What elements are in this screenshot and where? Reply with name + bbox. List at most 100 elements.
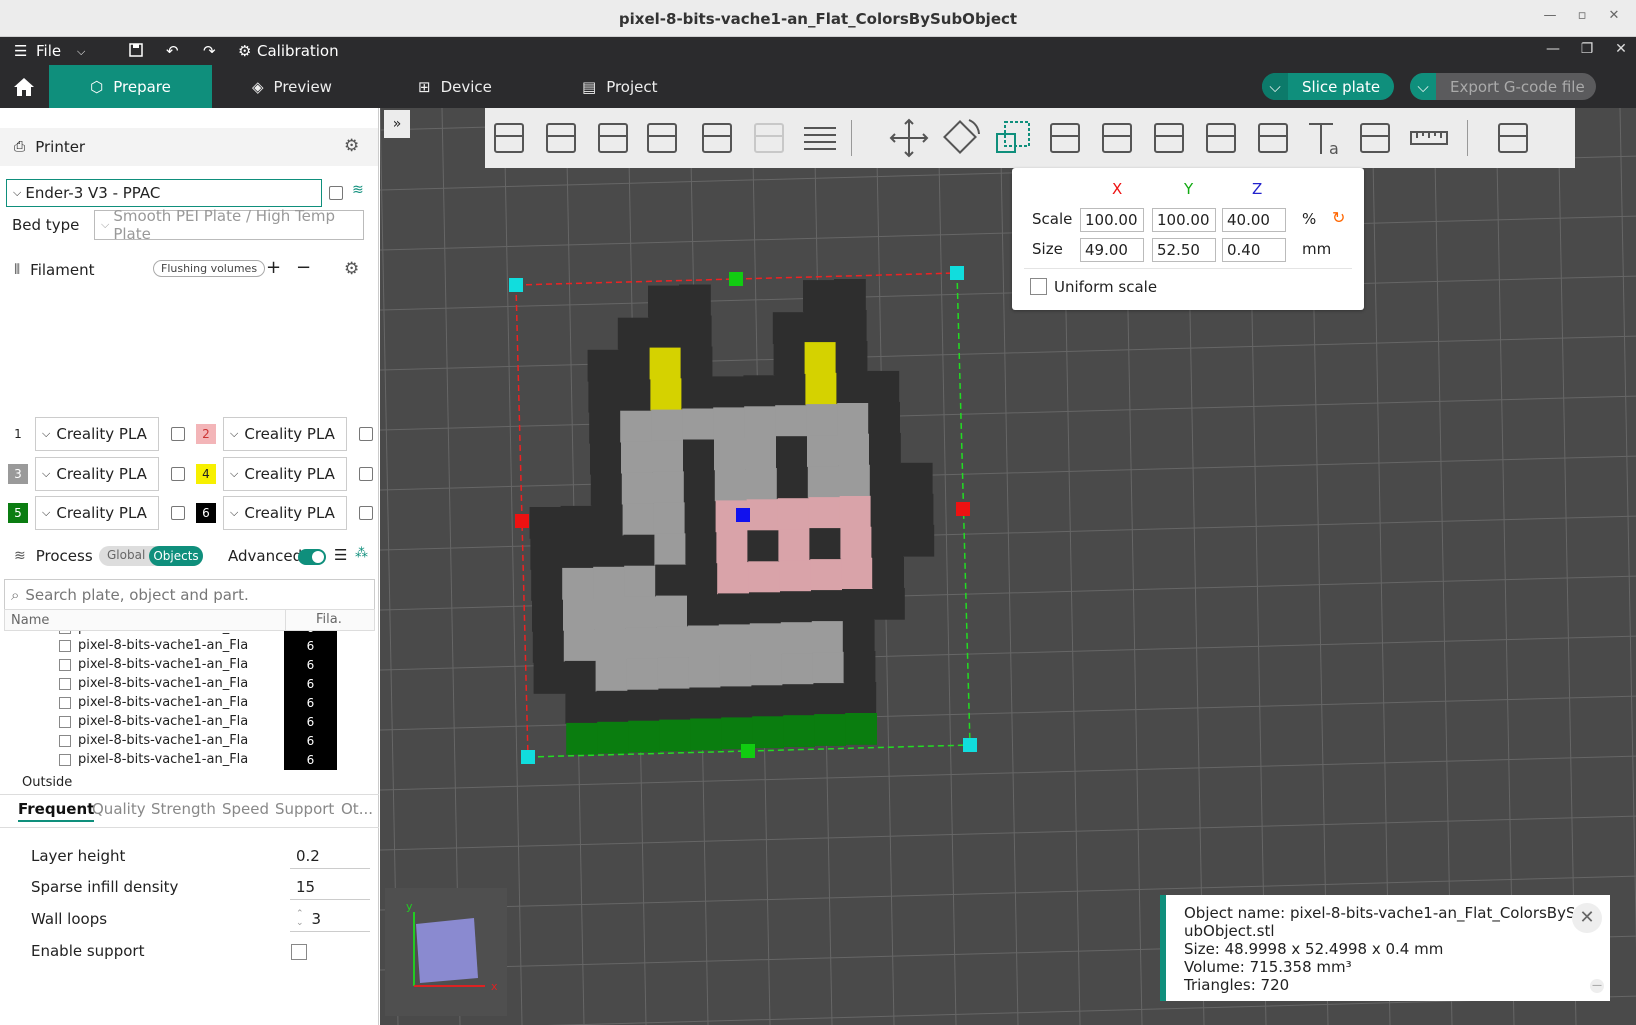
tree-row-filament[interactable]: 6 <box>284 675 337 694</box>
color-paint-icon[interactable] <box>1353 116 1397 160</box>
plate-p-icon[interactable] <box>747 116 791 160</box>
auto-orient-icon[interactable] <box>591 116 635 160</box>
filament-swatch-3[interactable]: 3 <box>8 464 28 484</box>
filament-select-6[interactable]: ⌵ Creality PLA <box>223 496 347 530</box>
filament-select-5[interactable]: ⌵ Creality PLA <box>35 496 159 530</box>
boolean-icon[interactable] <box>1147 116 1191 160</box>
rotate-icon[interactable] <box>939 116 983 160</box>
search-input[interactable]: ⌕ Search plate, object and part. <box>4 579 375 610</box>
edit-filament-icon[interactable] <box>171 427 185 441</box>
redo-icon[interactable]: ↷ <box>203 42 216 60</box>
home-icon[interactable] <box>0 65 47 108</box>
tree-row[interactable]: pixel-8-bits-vache1-an_Fla 6 <box>0 637 345 656</box>
calibration-icon[interactable]: ⚙ <box>238 42 251 60</box>
subtab-quality[interactable]: Quality <box>92 800 146 818</box>
lay-on-face-icon[interactable] <box>1043 116 1087 160</box>
export-dropdown-icon[interactable]: ⌵ <box>1410 73 1436 100</box>
undo-icon[interactable]: ↶ <box>166 42 179 60</box>
param-input[interactable]: 0.2 <box>290 843 370 869</box>
filament-swatch-5[interactable]: 5 <box>8 503 28 523</box>
filament-settings-gear-icon[interactable]: ⚙ <box>344 259 359 279</box>
subtab-support[interactable]: Support <box>275 800 334 818</box>
tree-row-filament[interactable]: 6 <box>284 694 337 713</box>
remove-filament-icon[interactable]: − <box>296 257 311 278</box>
edit-filament-icon[interactable] <box>171 467 185 481</box>
param-input[interactable]: 15 <box>290 874 370 900</box>
global-objects-toggle[interactable]: Global Objects <box>99 546 203 566</box>
edit-filament-icon[interactable] <box>359 467 373 481</box>
tree-row-filament[interactable]: 6 <box>284 732 337 751</box>
size-x-input[interactable]: 49.00 <box>1080 238 1144 262</box>
subtab-speed[interactable]: Speed <box>222 800 269 818</box>
close-icon[interactable]: ✕ <box>1604 8 1624 23</box>
collapse-sidebar-icon[interactable]: » <box>384 110 410 138</box>
tab-preview[interactable]: ◈ Preview <box>252 65 332 108</box>
slice-dropdown-icon[interactable]: ⌵ <box>1262 73 1288 100</box>
slice-plate-button[interactable]: ⌵ Slice plate <box>1262 73 1394 100</box>
minimize-icon[interactable]: — <box>1540 8 1560 23</box>
3d-viewport[interactable]: y x » <box>380 108 1636 1025</box>
list-view-icon[interactable]: ☰ <box>334 546 347 564</box>
filament-swatch-2[interactable]: 2 <box>196 424 216 444</box>
column-name[interactable]: Name <box>11 613 49 628</box>
edit-printer-icon[interactable] <box>329 186 343 200</box>
measure-icon[interactable] <box>1407 116 1451 160</box>
tree-row-filament[interactable]: 6 <box>284 637 337 656</box>
scale-y-input[interactable]: 100.00 <box>1152 208 1216 232</box>
printer-settings-gear-icon[interactable]: ⚙ <box>344 136 359 156</box>
add-filament-icon[interactable]: + <box>266 257 281 278</box>
column-fila[interactable]: Fila. <box>285 610 342 630</box>
subtab-ot[interactable]: Ot... <box>341 800 373 818</box>
tree-row[interactable]: pixel-8-bits-vache1-an_Fla 6 <box>0 713 345 732</box>
close-info-icon[interactable]: ✕ <box>1572 903 1602 933</box>
tree-row[interactable]: pixel-8-bits-vache1-an_Fla 6 <box>0 656 345 675</box>
file-menu[interactable]: File <box>36 42 61 60</box>
filament-select-4[interactable]: ⌵ Creality PLA <box>223 457 347 491</box>
wifi-icon[interactable]: ≋ <box>352 182 364 198</box>
export-gcode-button[interactable]: ⌵ Export G-code file <box>1410 73 1596 100</box>
bed-type-select[interactable]: ⌵ Smooth PEI Plate / High Temp Plate <box>94 207 364 243</box>
reset-scale-icon[interactable]: ↻ <box>1332 208 1345 227</box>
advanced-toggle[interactable] <box>298 549 326 565</box>
filament-select-2[interactable]: ⌵ Creality PLA <box>223 417 347 451</box>
size-y-input[interactable]: 52.50 <box>1152 238 1216 262</box>
layers-icon[interactable] <box>798 116 842 160</box>
tree-row-filament[interactable]: 6 <box>284 713 337 732</box>
seam-paint-icon[interactable] <box>1251 116 1295 160</box>
scale-x-input[interactable]: 100.00 <box>1080 208 1144 232</box>
tree-row-filament[interactable]: 6 <box>284 656 337 675</box>
save-icon[interactable] <box>128 42 144 62</box>
scale-z-input[interactable]: 40.00 <box>1222 208 1286 232</box>
cut-icon[interactable] <box>1095 116 1139 160</box>
app-restore-icon[interactable]: ❐ <box>1576 41 1598 57</box>
tree-row[interactable]: pixel-8-bits-vache1-an_Fla 6 <box>0 751 345 770</box>
edit-filament-icon[interactable] <box>171 506 185 520</box>
collapse-info-icon[interactable]: — <box>1590 979 1604 993</box>
tree-row[interactable]: pixel-8-bits-vache1-an_Fla 6 <box>0 675 345 694</box>
subtab-frequent[interactable]: Frequent <box>18 800 95 822</box>
plate-icon[interactable] <box>695 116 739 160</box>
assembly-icon[interactable] <box>1491 116 1535 160</box>
tab-project[interactable]: ▤ Project <box>582 65 658 108</box>
printer-select[interactable]: ⌵ Ender-3 V3 - PPAC <box>6 179 322 207</box>
tree-row-filament[interactable]: 6 <box>284 751 337 770</box>
filament-swatch-4[interactable]: 4 <box>196 464 216 484</box>
app-minimize-icon[interactable]: — <box>1542 41 1564 57</box>
scale-icon[interactable] <box>991 116 1035 160</box>
filament-select-1[interactable]: ⌵ Creality PLA <box>35 417 159 451</box>
uniform-scale-checkbox[interactable] <box>1030 278 1047 295</box>
filament-select-3[interactable]: ⌵ Creality PLA <box>35 457 159 491</box>
filament-swatch-6[interactable]: 6 <box>196 503 216 523</box>
objects-toggle-label[interactable]: Objects <box>149 546 203 566</box>
enable-support-checkbox[interactable] <box>291 944 307 960</box>
filament-swatch-1[interactable]: 1 <box>8 424 28 444</box>
file-dropdown-icon[interactable]: ⌵ <box>77 45 85 59</box>
subtab-strength[interactable]: Strength <box>151 800 216 818</box>
edit-filament-icon[interactable] <box>359 506 373 520</box>
app-close-icon[interactable]: ✕ <box>1610 41 1632 57</box>
tab-prepare[interactable]: ⬡ Prepare <box>49 65 212 108</box>
calibration-menu[interactable]: Calibration <box>257 42 339 60</box>
build-plate-canvas[interactable]: y x <box>380 108 1636 1025</box>
param-input[interactable]: ⌃ ⌄ 3 <box>290 906 370 932</box>
maximize-icon[interactable]: ▫ <box>1572 8 1592 23</box>
